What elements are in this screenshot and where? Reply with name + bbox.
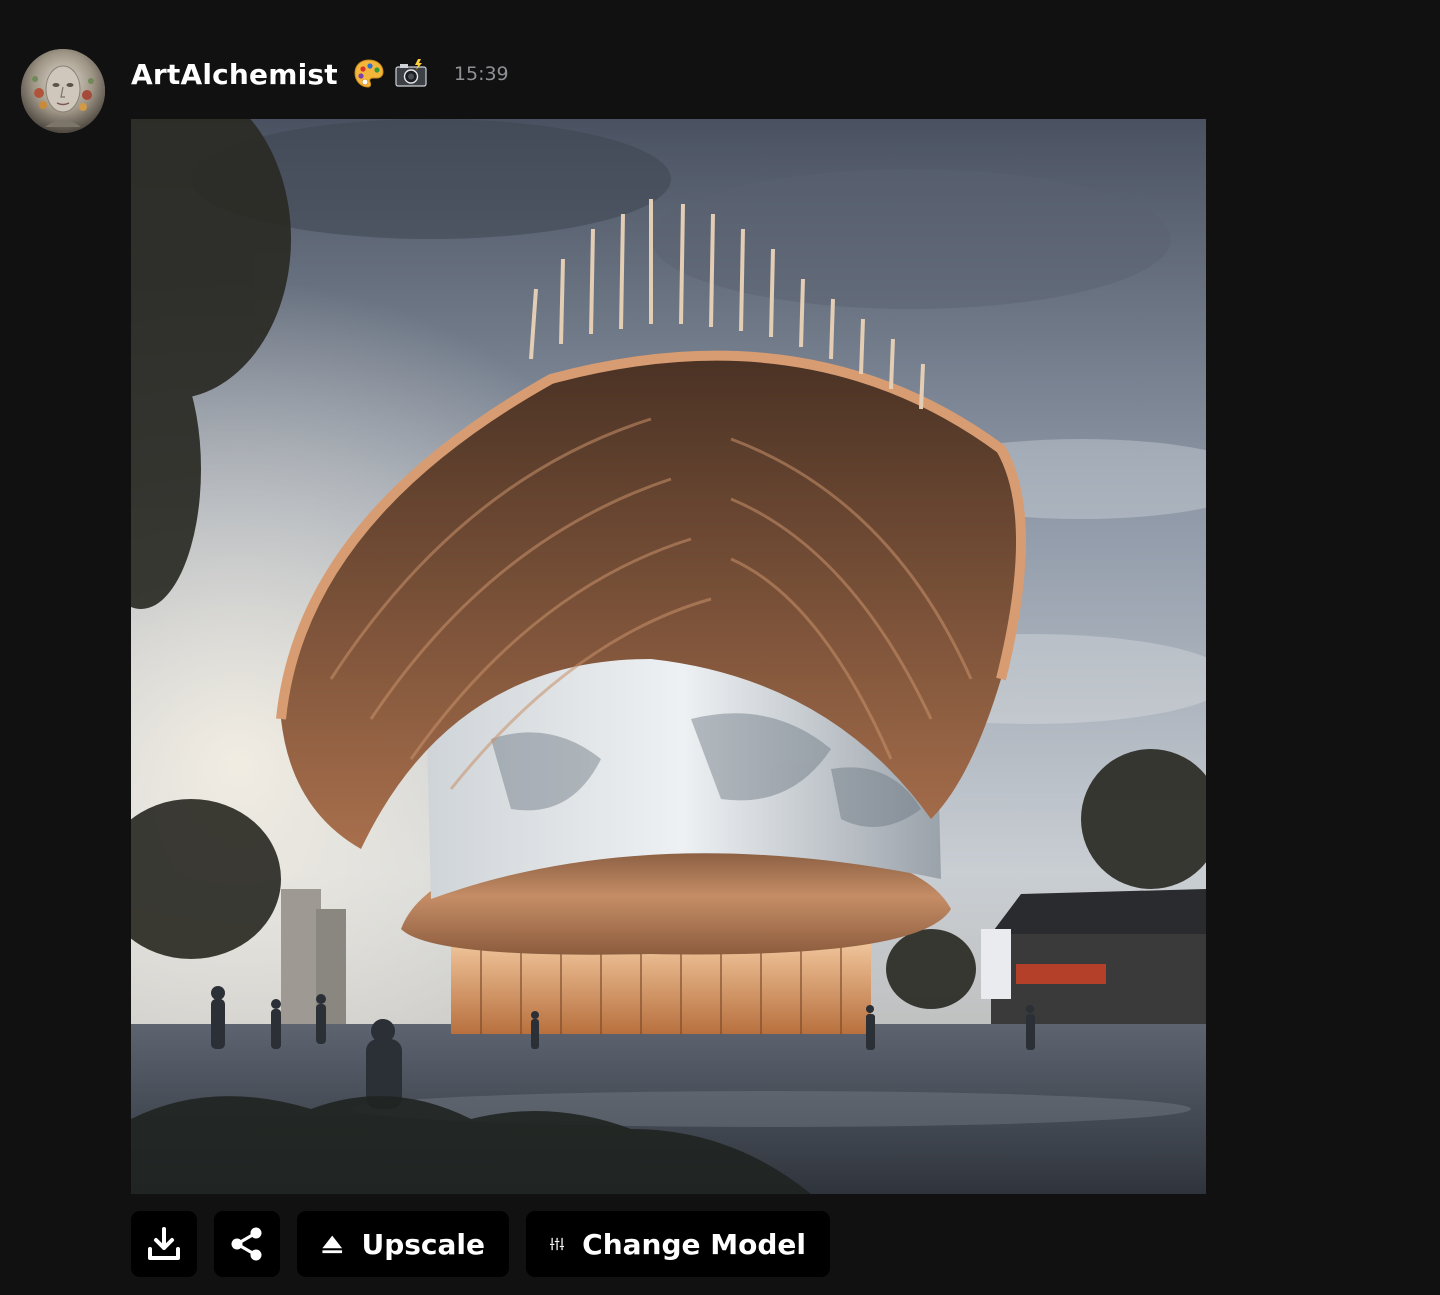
upscale-label: Upscale [361,1227,485,1261]
avatar-portrait [21,49,105,133]
architectural-render-image [131,119,1206,1194]
share-button[interactable] [214,1211,280,1277]
sliders-icon [550,1237,565,1251]
chat-message: ArtAlchemist 15:39 Upscale Change Model [0,0,1440,1295]
download-icon [148,1227,180,1260]
camera-with-flash-icon [394,57,428,91]
message-header: ArtAlchemist 15:39 [131,52,509,96]
avatar[interactable] [21,49,105,133]
eject-triangle-icon [322,1235,343,1254]
change-model-label: Change Model [582,1227,806,1261]
download-button[interactable] [131,1211,197,1277]
share-icon [231,1227,262,1261]
author-name[interactable]: ArtAlchemist [131,58,338,91]
artist-palette-icon [352,57,386,91]
generated-image[interactable] [131,119,1206,1194]
upscale-button[interactable]: Upscale [297,1211,509,1277]
message-timestamp: 15:39 [453,63,509,85]
image-actions: Upscale Change Model [131,1211,830,1277]
change-model-button[interactable]: Change Model [526,1211,830,1277]
